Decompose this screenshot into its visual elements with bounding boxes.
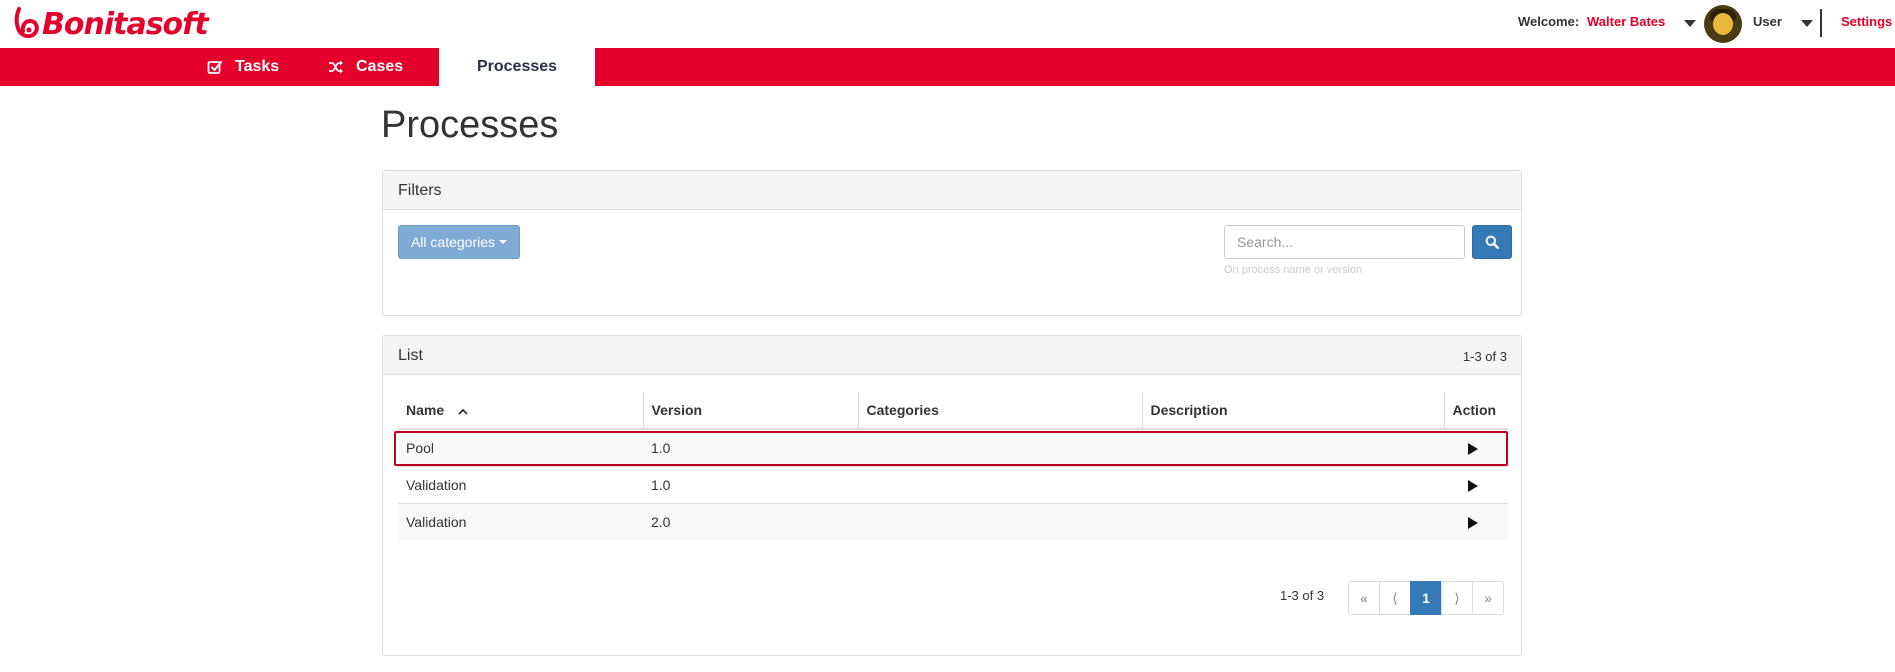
column-header-name[interactable]: Name: [398, 392, 643, 430]
user-avatar[interactable]: [1704, 5, 1742, 43]
cell-categories: [858, 465, 1142, 503]
search-input[interactable]: [1224, 225, 1465, 259]
tab-tasks[interactable]: Tasks: [207, 48, 279, 86]
profile-menu-caret-icon[interactable]: [1801, 20, 1813, 27]
column-name-label: Name: [406, 402, 445, 418]
search-button[interactable]: [1472, 225, 1512, 259]
pager-next-button[interactable]: ⟩: [1441, 581, 1473, 615]
start-process-play-icon[interactable]: [1468, 517, 1478, 530]
filters-panel-header: Filters: [383, 171, 1521, 210]
pager-last-button[interactable]: »: [1472, 581, 1504, 615]
welcome-label: Welcome:: [1518, 14, 1580, 29]
page-title: Processes: [381, 104, 559, 146]
bonitasoft-logo[interactable]: Bonitasoft: [10, 6, 209, 42]
column-categories-label: Categories: [866, 402, 939, 418]
cell-description: [1142, 465, 1444, 503]
list-count: 1-3 of 3: [1462, 349, 1507, 364]
tab-processes-label: Processes: [476, 58, 558, 75]
top-header: Bonitasoft Welcome: Walter Bates User Se…: [0, 0, 1895, 48]
start-process-play-icon[interactable]: [1468, 479, 1478, 492]
pager-prev-button[interactable]: ⟨: [1379, 581, 1411, 615]
logo-text: Bonitasoft: [42, 6, 209, 42]
processes-table: Name Version Categories Description Acti…: [398, 392, 1508, 540]
cell-name[interactable]: Pool: [398, 428, 643, 466]
profile-selector[interactable]: User: [1753, 14, 1782, 29]
shuffle-icon: [329, 60, 343, 74]
filters-panel: Filters All categories On process name o…: [382, 170, 1522, 316]
cell-name[interactable]: Validation: [398, 502, 643, 540]
table-header-row: Name Version Categories Description Acti…: [398, 392, 1508, 430]
column-description-label: Description: [1150, 402, 1228, 418]
settings-link[interactable]: Settings: [1841, 14, 1892, 29]
tab-processes[interactable]: Processes: [439, 48, 595, 86]
cell-categories: [858, 428, 1142, 466]
user-menu-caret-icon[interactable]: [1684, 20, 1696, 27]
pagination: « ⟨ 1 ⟩ »: [1348, 581, 1504, 615]
tab-cases[interactable]: Cases: [328, 48, 403, 86]
cell-description: [1142, 428, 1444, 466]
user-name-link[interactable]: Walter Bates: [1587, 14, 1665, 29]
column-header-action: Action: [1443, 392, 1508, 430]
main-navbar: Tasks Cases Processes: [0, 48, 1895, 86]
list-title: List: [398, 347, 423, 364]
cell-description: [1142, 502, 1444, 540]
cell-action: [1444, 465, 1508, 503]
avatar-face: [1713, 13, 1733, 35]
cell-name[interactable]: Validation: [398, 465, 643, 503]
sort-ascending-icon: [458, 408, 468, 415]
filters-title: Filters: [398, 182, 442, 199]
list-panel-header: List 1-3 of 3: [383, 336, 1521, 375]
search-icon: [1485, 235, 1499, 249]
tab-cases-label: Cases: [356, 58, 404, 75]
column-header-description[interactable]: Description: [1141, 392, 1444, 430]
start-process-play-icon[interactable]: [1468, 443, 1478, 456]
checkbox-icon: [207, 60, 223, 74]
cell-version: 2.0: [643, 502, 858, 540]
pager-page-1-button[interactable]: 1: [1410, 581, 1442, 615]
cell-version: 1.0: [643, 465, 858, 503]
caret-down-icon: [499, 240, 508, 244]
cell-categories: [858, 502, 1142, 540]
column-version-label: Version: [651, 402, 703, 418]
column-action-label: Action: [1452, 402, 1497, 418]
pager-info: 1-3 of 3: [1280, 588, 1325, 603]
all-categories-dropdown[interactable]: All categories: [398, 225, 520, 259]
table-row[interactable]: Validation 2.0: [398, 502, 1508, 540]
tab-tasks-label: Tasks: [235, 58, 280, 75]
search-help-text: On process name or version: [1224, 264, 1363, 276]
cell-version: 1.0: [643, 428, 858, 466]
cell-action: [1444, 428, 1508, 466]
bonita-logo-icon: [14, 7, 39, 39]
column-header-categories[interactable]: Categories: [857, 392, 1142, 430]
cell-action: [1444, 502, 1508, 540]
table-row[interactable]: Validation 1.0: [398, 465, 1508, 503]
column-header-version[interactable]: Version: [642, 392, 858, 430]
header-divider: [1820, 9, 1822, 37]
table-row[interactable]: Pool 1.0: [398, 428, 1508, 466]
all-categories-label: All categories: [410, 234, 496, 250]
list-panel: List 1-3 of 3 Name Version Categories De…: [382, 335, 1522, 656]
pager-first-button[interactable]: «: [1348, 581, 1380, 615]
